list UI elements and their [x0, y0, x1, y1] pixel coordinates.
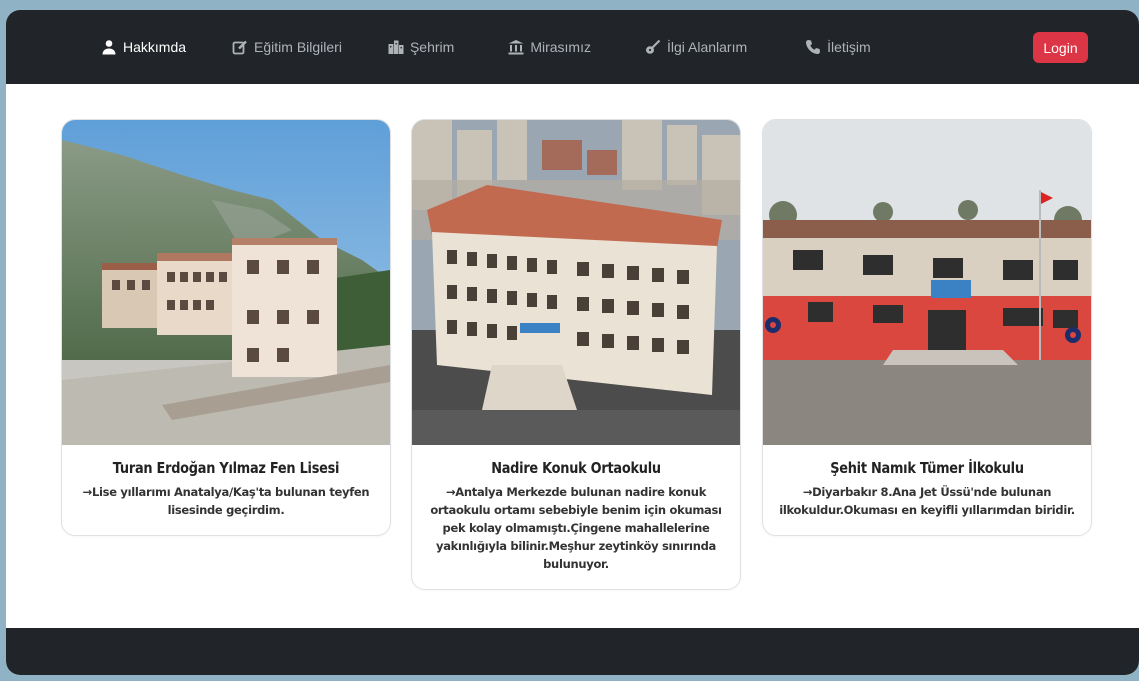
nav-item-sehrim[interactable]: Şehrim [388, 39, 454, 55]
school-building-courtyard-photo [763, 120, 1091, 445]
school-card: Turan Erdoğan Yılmaz Fen Lisesi →Lise yı… [61, 119, 391, 536]
landmark-icon [508, 39, 524, 55]
nav-item-label: İletişim [827, 39, 871, 55]
school-building-mountains-photo [62, 120, 390, 445]
nav-item-hakkimda[interactable]: Hakkımda [101, 39, 186, 55]
footer [6, 628, 1139, 675]
phone-icon [805, 39, 821, 55]
school-card: Nadire Konuk Ortaokulu →Antalya Merkezde… [411, 119, 741, 590]
browser-frame: Hakkımda Eğitim Bilgileri Şehrim Mirasım… [6, 10, 1139, 675]
nav-item-label: Mirasımız [530, 39, 591, 55]
nav-item-label: Eğitim Bilgileri [254, 39, 342, 55]
card-title: Şehit Namık Tümer İlkokulu [830, 459, 1024, 477]
nav-item-label: Şehrim [409, 39, 455, 55]
school-card: Şehit Namık Tümer İlkokulu →Diyarbakır 8… [762, 119, 1092, 536]
guitar-icon [645, 39, 661, 55]
nav-item-egitim[interactable]: Eğitim Bilgileri [232, 39, 342, 55]
card-text: →Lise yıllarımı Anatalya/Kaş'ta bulunan … [82, 485, 370, 517]
city-icon [388, 39, 404, 55]
nav-item-label: Hakkımda [123, 39, 187, 55]
nav-links: Hakkımda Eğitim Bilgileri Şehrim Mirasım… [101, 39, 871, 55]
school-building-city-photo [412, 120, 740, 445]
login-button[interactable]: Login [1033, 32, 1088, 63]
nav-item-iletisim[interactable]: İletişim [805, 39, 871, 55]
edit-icon [232, 39, 248, 55]
nav-item-ilgi[interactable]: İlgi Alanlarım [645, 39, 747, 55]
card-title: Turan Erdoğan Yılmaz Fen Lisesi [112, 459, 340, 477]
user-icon [101, 39, 117, 55]
nav-item-mirasimiz[interactable]: Mirasımız [508, 39, 591, 55]
card-text: →Diyarbakır 8.Ana Jet Üssü'nde bulunan i… [779, 485, 1075, 517]
card-title: Nadire Konuk Ortaokulu [491, 459, 661, 477]
card-text: →Antalya Merkezde bulunan nadire konuk o… [430, 485, 722, 571]
nav-item-label: İlgi Alanlarım [666, 39, 748, 55]
navbar: Hakkımda Eğitim Bilgileri Şehrim Mirasım… [6, 10, 1139, 84]
